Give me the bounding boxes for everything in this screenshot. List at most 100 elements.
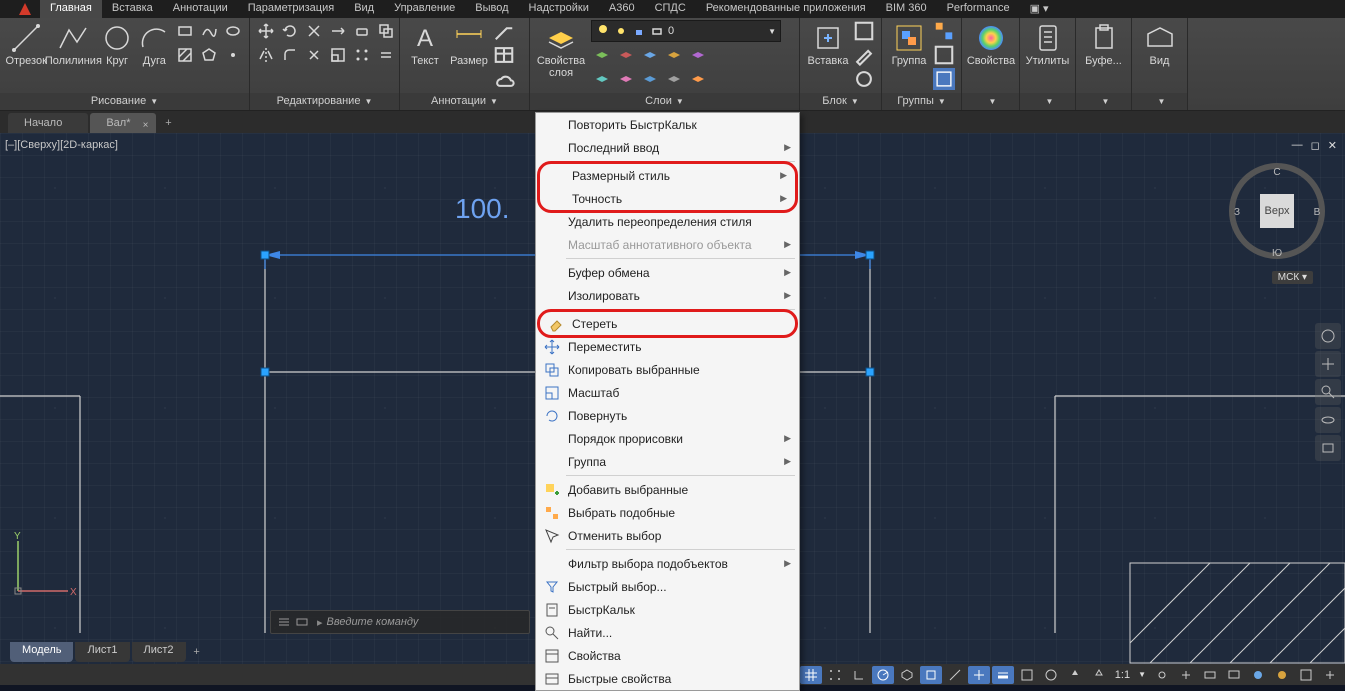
grip[interactable] <box>261 368 270 377</box>
nav-zoom-icon[interactable] <box>1315 379 1341 405</box>
status-iso-icon[interactable] <box>896 666 918 684</box>
cmd-util[interactable]: Утилиты <box>1025 20 1070 67</box>
layer-e-icon[interactable] <box>687 68 709 90</box>
cmd-hatch-icon[interactable] <box>174 44 196 66</box>
tab-recom[interactable]: Рекомендованные приложения <box>696 0 876 18</box>
ucs-icon[interactable]: Y X <box>8 531 78 604</box>
cmd-layer-props[interactable]: Свойства слоя <box>535 20 587 79</box>
panel-edit-title[interactable]: Редактирование▼ <box>250 93 399 110</box>
layer-freeze-icon[interactable] <box>639 44 661 66</box>
status-annoscale-icon[interactable] <box>1088 666 1110 684</box>
cmd-cloud-icon[interactable] <box>493 68 515 90</box>
ctx-subfilter[interactable]: Фильтр выбора подобъектов▶ <box>536 552 799 575</box>
layer-match-icon[interactable] <box>687 44 709 66</box>
tab-a360[interactable]: A360 <box>599 0 645 18</box>
panel-group-title[interactable]: Группы▼ <box>882 93 961 110</box>
status-otrack-icon[interactable] <box>968 666 990 684</box>
ctx-qprops[interactable]: Быстрые свойства <box>536 667 799 690</box>
ctx-draworder[interactable]: Порядок прорисовки▶ <box>536 427 799 450</box>
status-gear-icon[interactable] <box>1151 666 1173 684</box>
status-osnap-icon[interactable] <box>920 666 942 684</box>
ctx-last-input[interactable]: Последний ввод▶ <box>536 136 799 159</box>
wcs-label[interactable]: МСК ▾ <box>1272 271 1313 284</box>
ctx-dim-style[interactable]: Размерный стиль▶ <box>540 164 795 187</box>
grip[interactable] <box>866 251 875 260</box>
status-ortho-icon[interactable] <box>848 666 870 684</box>
cmd-props[interactable]: Свойства <box>967 20 1015 67</box>
doc-tab-active[interactable]: Вал*× <box>90 113 156 133</box>
cmd-text[interactable]: A Текст <box>405 20 445 67</box>
cmd-leader-icon[interactable] <box>493 20 515 42</box>
cmd-block-insert[interactable]: Вставка <box>805 20 851 67</box>
ctx-find[interactable]: Найти... <box>536 621 799 644</box>
tab-perf[interactable]: Performance <box>937 0 1020 18</box>
cmd-spline-icon[interactable] <box>198 20 220 42</box>
cmd-rect-icon[interactable] <box>174 20 196 42</box>
panel-draw-title[interactable]: Рисование▼ <box>0 93 249 110</box>
cmd-circle[interactable]: Круг <box>99 20 134 67</box>
cmd-ungroup-icon[interactable] <box>933 20 955 42</box>
ctx-qselect[interactable]: Быстрый выбор... <box>536 575 799 598</box>
cmd-polyline[interactable]: Полилиния <box>49 20 97 67</box>
cmd-group-select-icon[interactable] <box>933 68 955 90</box>
tab-insert[interactable]: Вставка <box>102 0 163 18</box>
cmd-rotate-icon[interactable] <box>279 20 301 42</box>
tab-addins[interactable]: Надстройки <box>519 0 599 18</box>
cmd-table-icon[interactable] <box>493 44 515 66</box>
ctx-addselected[interactable]: Добавить выбранные <box>536 478 799 501</box>
cmd-dimension[interactable]: Размер <box>447 20 491 67</box>
cmd-ellipse-icon[interactable] <box>222 20 244 42</box>
status-plus-icon[interactable] <box>1175 666 1197 684</box>
layer-off-icon[interactable] <box>615 44 637 66</box>
layout-tab-2[interactable]: Лист2 <box>132 642 186 662</box>
doc-tab-start[interactable]: Начало <box>8 113 88 133</box>
ctx-props[interactable]: Свойства <box>536 644 799 667</box>
status-snap-icon[interactable] <box>824 666 846 684</box>
layer-a-icon[interactable] <box>591 68 613 90</box>
ctx-repeat[interactable]: Повторить БыстрКальк <box>536 113 799 136</box>
tab-output[interactable]: Вывод <box>465 0 518 18</box>
ctx-precision[interactable]: Точность▶ <box>540 187 795 210</box>
cmd-settings-icon[interactable] <box>295 615 309 629</box>
panel-block-title[interactable]: Блок▼ <box>800 93 881 110</box>
layer-b-icon[interactable] <box>615 68 637 90</box>
cmd-erase-icon[interactable] <box>351 20 373 42</box>
cmd-scale-icon[interactable] <box>327 44 349 66</box>
cmd-history-icon[interactable] <box>277 615 291 629</box>
app-icon[interactable] <box>10 0 40 18</box>
status-lwt-icon[interactable] <box>992 666 1014 684</box>
panel-layer-title[interactable]: Слои▼ <box>530 93 799 110</box>
cmd-offset-icon[interactable] <box>375 44 397 66</box>
layout-tab-add[interactable]: + <box>188 642 206 662</box>
tab-extra[interactable]: ▣ ▾ <box>1020 0 1059 18</box>
status-iso2-icon[interactable] <box>1271 666 1293 684</box>
cmd-clipboard[interactable]: Буфе... <box>1081 20 1126 67</box>
status-cycle-icon[interactable] <box>1040 666 1062 684</box>
ctx-deselect[interactable]: Отменить выбор <box>536 524 799 547</box>
tab-spds[interactable]: СПДС <box>645 0 696 18</box>
status-monitor-icon[interactable] <box>1223 666 1245 684</box>
cmd-extend-icon[interactable] <box>327 20 349 42</box>
ctx-selsimilar[interactable]: Выбрать подобные <box>536 501 799 524</box>
tab-bim[interactable]: BIM 360 <box>876 0 937 18</box>
doc-tab-add[interactable]: + <box>158 113 178 133</box>
cmd-trim-icon[interactable] <box>303 20 325 42</box>
layer-combo[interactable]: 0 ▼ <box>591 20 781 42</box>
dimension-text[interactable]: 100. <box>455 193 510 225</box>
status-anno-icon[interactable] <box>1064 666 1086 684</box>
cmd-line-segment[interactable]: Отрезок <box>5 20 47 67</box>
ctx-qcalc[interactable]: БыстрКальк <box>536 598 799 621</box>
layer-c-icon[interactable] <box>639 68 661 90</box>
panel-props-title[interactable]: ▼ <box>962 93 1019 110</box>
cmd-polygon-icon[interactable] <box>198 44 220 66</box>
cmd-point-icon[interactable] <box>222 44 244 66</box>
command-line[interactable]: ▸ Введите команду <box>270 610 530 634</box>
status-ws-icon[interactable] <box>1199 666 1221 684</box>
panel-clip-title[interactable]: ▼ <box>1076 93 1131 110</box>
layout-tab-model[interactable]: Модель <box>10 642 73 662</box>
cmd-create-block-icon[interactable] <box>853 20 875 42</box>
layout-tab-1[interactable]: Лист1 <box>75 642 129 662</box>
nav-orbit-icon[interactable] <box>1315 407 1341 433</box>
status-polar-icon[interactable] <box>872 666 894 684</box>
nav-pan-icon[interactable] <box>1315 351 1341 377</box>
